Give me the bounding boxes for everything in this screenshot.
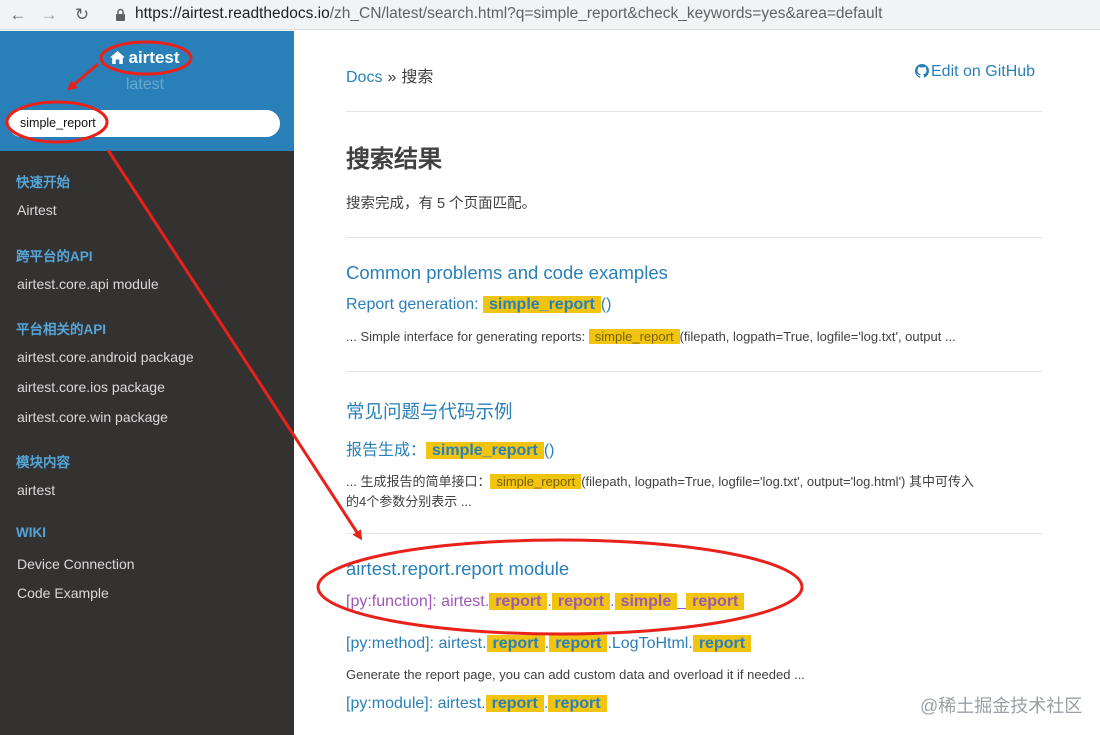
search-highlight: report [485, 695, 544, 712]
divider [346, 111, 1042, 112]
page-title: 搜索结果 [346, 146, 442, 173]
search-highlight: simple_report [588, 329, 680, 344]
main-content: Docs » 搜索 Edit on GitHub 搜索结果 搜索完成，有 5 个页面… [294, 31, 1100, 735]
result-sublink-text: 报告生成： [346, 442, 427, 459]
result-context: ... 生成报告的简单接口： simple_report (filepath, lo… [346, 471, 974, 490]
result-sublink-text: [py:function]: airtest. [346, 593, 490, 610]
lock-icon [116, 8, 125, 21]
sidebar-item-win[interactable]: airtest.core.win package [17, 409, 168, 425]
breadcrumb-docs-link[interactable]: Docs [346, 69, 382, 86]
sidebar-item-ios[interactable]: airtest.core.ios package [17, 379, 165, 395]
result-function-link[interactable]: [py:function]: airtest. report. report. sim… [346, 593, 745, 611]
sidebar-item-device-connection[interactable]: Device Connection [17, 556, 135, 572]
result-sublink-text: . [610, 593, 615, 610]
watermark: @稀土掘金技术社区 [920, 696, 1083, 716]
search-highlight: report [489, 593, 548, 610]
search-highlight: report [549, 635, 608, 652]
search-highlight: simple [614, 593, 678, 610]
result-method-link[interactable]: [py:method]: airtest. report. report .LogTo… [346, 635, 752, 653]
search-highlight: report [692, 635, 752, 652]
result-context: Generate the report page, you can add cu… [346, 667, 805, 682]
result-context-line2: 的4个参数分别表示 ... [346, 494, 472, 509]
home-icon [110, 51, 126, 64]
version-label: latest [125, 76, 165, 93]
result-sublink-text: () [543, 442, 555, 459]
result-title-link[interactable]: 常见问题与代码示例 [346, 398, 513, 424]
back-icon[interactable]: ← [8, 5, 28, 25]
search-highlight: simple_report [482, 296, 601, 313]
sidebar-item-code-example[interactable]: Code Example [17, 585, 109, 601]
context-text: ... Simple interface for generating repo… [346, 329, 589, 344]
url-host: https://airtest.readthedocs.io [135, 5, 330, 22]
sidebar-caption: 模块内容 [16, 455, 70, 470]
result-sublink-text: [py:method]: airtest. [346, 635, 487, 652]
context-text: ... 生成报告的简单接口： [346, 474, 491, 489]
sidebar-item-core-api[interactable]: airtest.core.api module [17, 276, 159, 292]
result-module-link[interactable]: [py:module]: airtest. report. report [346, 695, 607, 713]
search-summary: 搜索完成，有 5 个页面匹配。 [346, 196, 537, 212]
search-highlight: report [686, 593, 745, 610]
reload-icon[interactable]: ↻ [72, 5, 92, 25]
search-highlight: simple_report [490, 474, 582, 489]
brand-name: airtest [128, 48, 180, 67]
breadcrumb-separator: » [387, 69, 397, 86]
context-text: (filepath, logpath=True, logfile='log.tx… [679, 329, 956, 344]
sidebar: airtest latest simple_report 快速开始 Airtes… [0, 31, 294, 735]
edit-on-github-link[interactable]: Edit on GitHub [915, 63, 1035, 81]
sidebar-header: airtest latest simple_report [0, 31, 294, 151]
breadcrumb-current: 搜索 [401, 69, 434, 86]
search-highlight: simple_report [426, 442, 544, 459]
result-context: ... Simple interface for generating repo… [346, 329, 956, 344]
context-text: (filepath, logpath=True, logfile='log.tx… [581, 474, 974, 489]
breadcrumb: Docs » 搜索 [346, 63, 433, 87]
search-highlight: report [551, 593, 611, 610]
result-title-link[interactable]: airtest.report.report module [346, 558, 569, 580]
url-path: /zh_CN/latest/search.html?q=simple_repor… [329, 5, 883, 22]
brand-link[interactable]: airtest [0, 48, 290, 68]
result-sublink[interactable]: 报告生成： simple_report() [346, 436, 554, 460]
result-sublink-text: _ [677, 593, 687, 610]
result-sublink-text: Report generation: [346, 296, 483, 313]
forward-icon[interactable]: → [39, 5, 59, 25]
search-highlight: report [486, 635, 545, 652]
sidebar-item-android[interactable]: airtest.core.android package [17, 349, 194, 365]
sidebar-item-airtest[interactable]: Airtest [17, 202, 57, 218]
divider [346, 533, 1042, 534]
address-bar[interactable]: https://airtest.readthedocs.io/zh_CN/lat… [135, 3, 882, 25]
sidebar-caption: WIKI [16, 525, 46, 540]
browser-toolbar: ← → ↻ https://airtest.readthedocs.io/zh_… [0, 0, 1100, 30]
sidebar-caption: 跨平台的API [16, 249, 93, 264]
edit-link-label: Edit on GitHub [931, 63, 1036, 80]
result-sublink-text: .LogToHtml. [607, 635, 693, 652]
sidebar-caption: 快速开始 [16, 175, 70, 190]
search-highlight: report [548, 695, 607, 712]
sidebar-item-airtest-module[interactable]: airtest [17, 482, 55, 498]
result-title-link[interactable]: Common problems and code examples [346, 262, 668, 284]
divider [346, 237, 1042, 238]
sidebar-caption: 平台相关的API [16, 322, 107, 337]
github-icon [915, 64, 929, 78]
result-sublink-text: () [600, 296, 612, 313]
search-input[interactable]: simple_report [8, 110, 280, 137]
divider [346, 371, 1042, 372]
result-sublink-text: [py:module]: airtest. [346, 695, 486, 712]
result-sublink[interactable]: Report generation: simple_report() [346, 296, 611, 314]
